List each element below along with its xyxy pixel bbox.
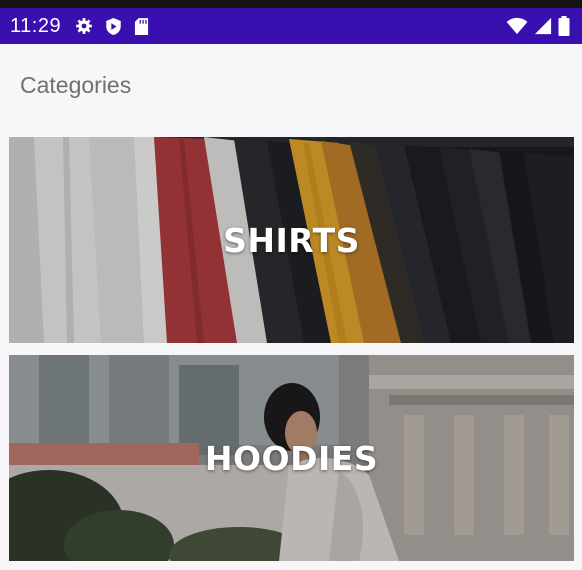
shield-icon [105,17,122,36]
status-system-icons [506,16,570,36]
category-label-shirts: SHIRTS [223,220,360,260]
category-card-hoodies[interactable]: HOODIES [9,355,574,561]
sd-card-icon [134,17,149,36]
status-time: 11:29 [10,14,62,37]
page-title: Categories [20,72,132,98]
status-notification-icons [75,17,149,36]
battery-icon [558,16,570,36]
status-bar: 11:29 [0,8,582,44]
gear-icon [75,17,93,35]
top-bezel [0,0,582,8]
category-label-hoodies: HOODIES [204,438,379,478]
categories-screen: Categories SHIRTS HOODIES [0,44,582,570]
signal-icon [534,17,552,35]
category-card-shirts[interactable]: SHIRTS [9,137,574,343]
wifi-icon [506,17,528,35]
